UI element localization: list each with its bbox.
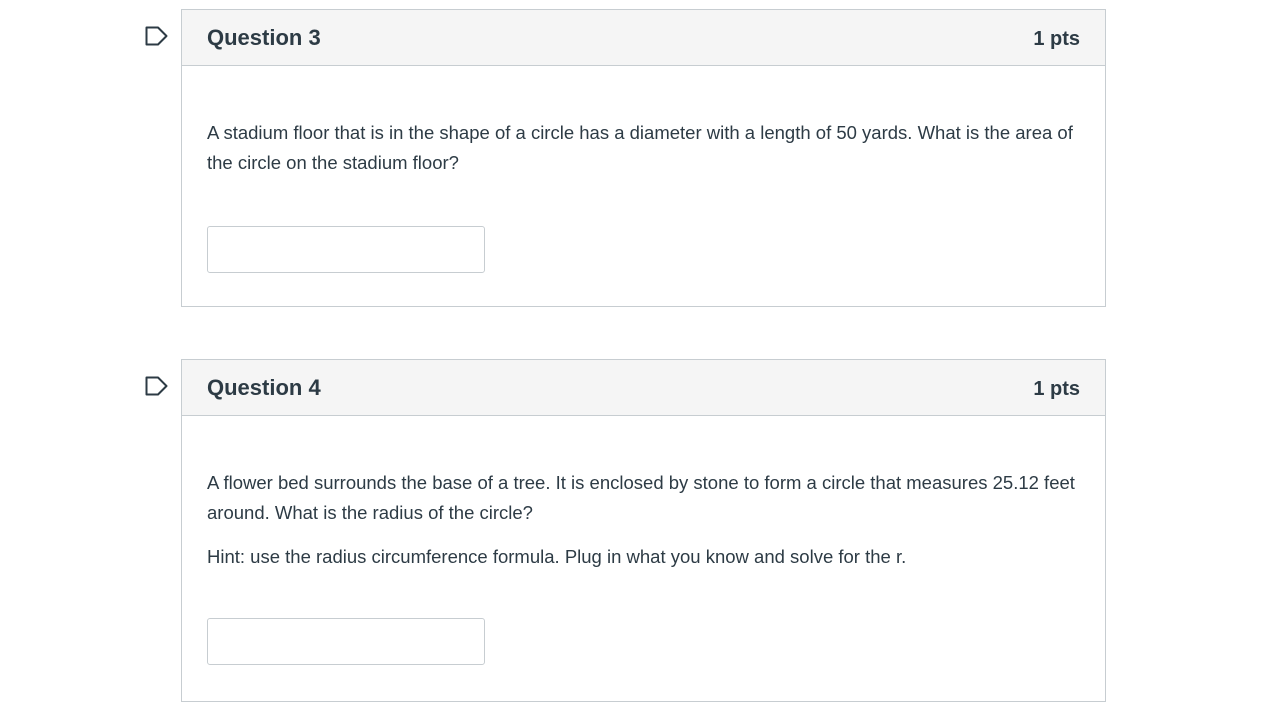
- question-card: Question 4 1 pts A flower bed surrounds …: [181, 359, 1106, 702]
- answer-input[interactable]: [207, 618, 485, 665]
- question-card: Question 3 1 pts A stadium floor that is…: [181, 9, 1106, 307]
- flag-question-icon[interactable]: [145, 26, 171, 46]
- question-text: A flower bed surrounds the base of a tre…: [207, 472, 1075, 523]
- question-title: Question 4: [207, 374, 321, 400]
- question-text: A stadium floor that is in the shape of …: [207, 122, 1073, 173]
- question-points: 1 pts: [1033, 378, 1080, 400]
- question-header: Question 4 1 pts: [182, 360, 1105, 416]
- question-body: A stadium floor that is in the shape of …: [182, 66, 1105, 273]
- question-points: 1 pts: [1033, 28, 1080, 50]
- flag-question-icon[interactable]: [145, 376, 171, 396]
- question-hint: Hint: use the radius circumference formu…: [207, 546, 907, 567]
- question-title: Question 3: [207, 24, 321, 50]
- answer-input[interactable]: [207, 226, 485, 273]
- question-body: A flower bed surrounds the base of a tre…: [182, 416, 1105, 665]
- quiz-questions: Question 3 1 pts A stadium floor that is…: [0, 0, 1280, 720]
- question-header: Question 3 1 pts: [182, 10, 1105, 66]
